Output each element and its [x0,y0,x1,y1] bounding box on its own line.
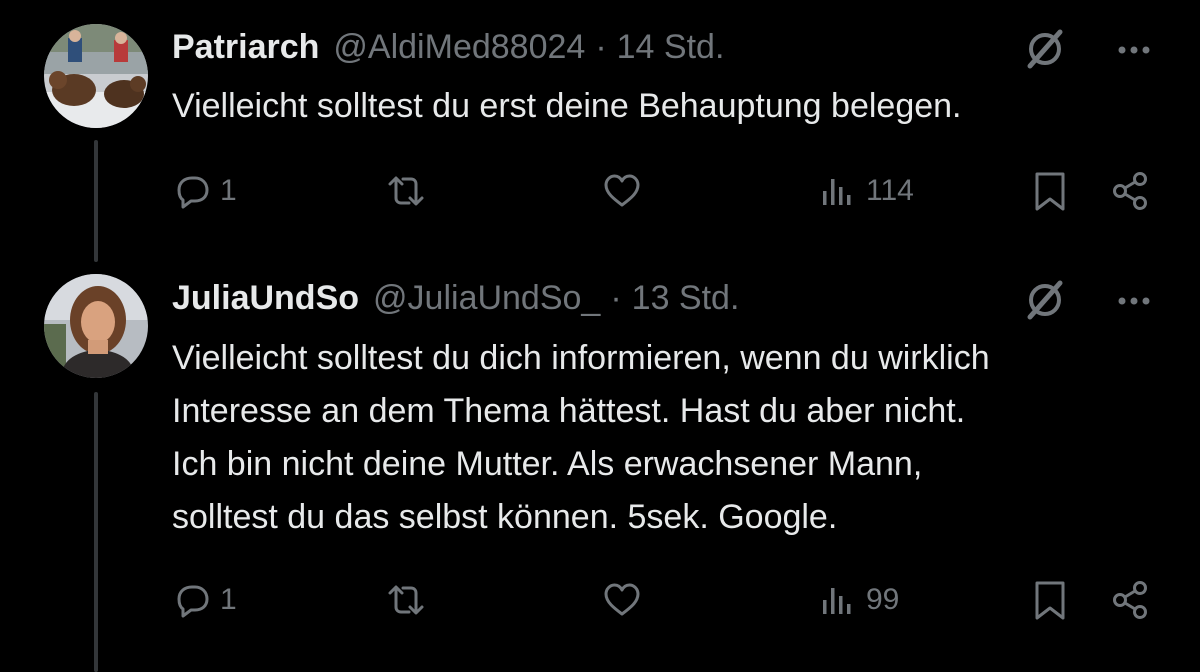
tweet-text-line: solltest du das selbst können. 5sek. Goo… [172,498,838,536]
reply-icon [177,585,209,618]
views-count: 99 [866,583,900,616]
reply-count: 1 [220,583,237,616]
views-icon [823,588,851,614]
avatar[interactable] [44,274,148,378]
retweet-icon [388,585,424,615]
views-button[interactable]: 99 [816,575,899,625]
reply-button[interactable]: 1 [170,575,237,625]
separator: · [610,279,622,317]
tweet-text-line: Interesse an dem Thema hättest. Hast du … [172,392,966,430]
like-icon [604,583,640,616]
like-button[interactable] [600,575,644,625]
tweet-actions: 1 99 [0,575,1200,625]
share-button[interactable] [1108,575,1152,625]
tweet-text: Vielleicht solltest du dich informieren,… [172,332,1160,544]
author-handle[interactable]: @JuliaUndSo_ [373,279,600,318]
thread-line [94,392,98,672]
share-icon [1113,581,1147,619]
more-icon[interactable] [1114,281,1154,321]
tweet-text-line: Ich bin nicht deine Mutter. Als erwachse… [172,445,923,483]
retweet-button[interactable] [384,575,428,625]
bookmark-button[interactable] [1028,575,1072,625]
bookmark-icon [1035,581,1065,620]
tweet-header: JuliaUndSo @JuliaUndSo_ · 13 Std. [172,279,739,319]
tweet-text-line: Vielleicht solltest du dich informieren,… [172,339,990,377]
timestamp[interactable]: 13 Std. [632,279,740,318]
grok-icon[interactable] [1022,277,1068,323]
tweet[interactable]: JuliaUndSo @JuliaUndSo_ · 13 Std. Vielle… [0,0,1200,672]
author-name[interactable]: JuliaUndSo [172,279,359,318]
woman-portrait-photo [44,274,148,378]
